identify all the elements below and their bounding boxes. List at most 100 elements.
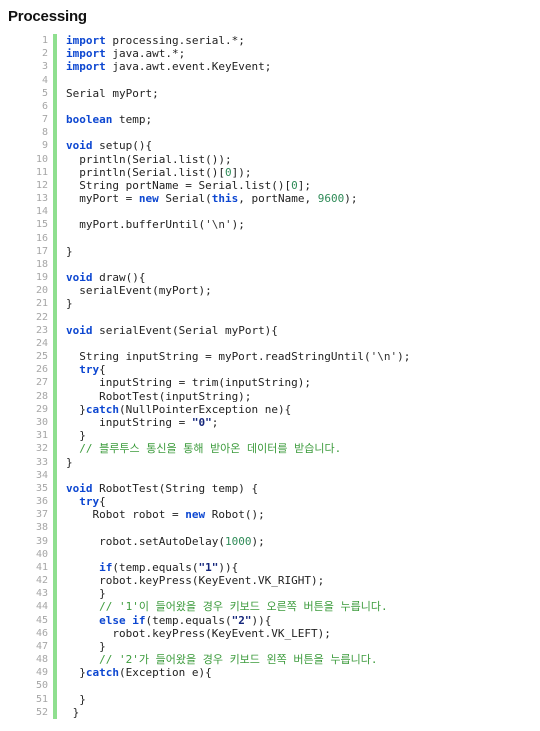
code-line: boolean temp; — [66, 113, 153, 127]
line-number: 36 — [35, 496, 48, 508]
code-line: inputString = trim(inputString); — [66, 376, 312, 390]
line-number: 6 — [41, 100, 48, 112]
line-number: 13 — [35, 193, 48, 205]
line-number: 45 — [35, 614, 48, 626]
code-block: 1 2 3 4 5 6 7 8 9 10 11 12 13 14 15 16 17 18 19 20 21 22 23 24 2… — [28, 34, 540, 719]
line-number: 19 — [35, 272, 48, 284]
code-line: println(Serial.list()); — [66, 152, 232, 166]
line-number: 51 — [35, 693, 48, 705]
code-line: }catch(Exception e){ — [66, 666, 212, 680]
line-number: 39 — [35, 535, 48, 547]
page-title: Processing — [8, 8, 87, 25]
line-number: 8 — [41, 127, 48, 139]
code-line: else if(temp.equals("2")){ — [99, 613, 272, 627]
line-number: 17 — [35, 245, 48, 257]
line-number: 21 — [35, 298, 48, 310]
line-number: 38 — [35, 522, 48, 534]
line-number: 35 — [35, 482, 48, 494]
code-line: import processing.serial.*; — [66, 34, 245, 47]
code-line: // '2'가 들어왔을 경우 키보드 왼쪽 버튼을 누릅니다. — [99, 653, 378, 667]
line-number: 42 — [35, 575, 48, 587]
line-number: 44 — [35, 601, 48, 613]
line-number: 47 — [35, 640, 48, 652]
line-number: 16 — [35, 232, 48, 244]
line-number: 43 — [35, 588, 48, 600]
line-number: 37 — [35, 509, 48, 521]
code-line: robot.setAutoDelay(1000); — [66, 534, 265, 548]
line-number: 26 — [35, 364, 48, 376]
code-line: } — [66, 639, 106, 653]
code-line: String inputString = myPort.readStringUn… — [66, 350, 411, 364]
code-line: myPort.bufferUntil('\n'); — [66, 218, 245, 232]
line-number: 1 — [41, 35, 48, 46]
code-line: } — [66, 244, 73, 258]
code-line: }catch(NullPointerException ne){ — [66, 402, 292, 416]
code-line: myPort = new Serial(this, portName, 9600… — [66, 192, 358, 206]
line-number: 29 — [35, 403, 48, 415]
code-line: } — [66, 429, 86, 443]
line-number: 28 — [35, 390, 48, 402]
line-number: 11 — [35, 166, 48, 178]
code-line: Robot robot = new Robot(); — [66, 508, 265, 522]
line-number: 18 — [35, 258, 48, 270]
code-line: try{ — [79, 495, 106, 509]
code-line: } — [66, 705, 80, 719]
line-number: 25 — [35, 351, 48, 363]
line-number: 7 — [41, 114, 48, 126]
code-line: void RobotTest(String temp) { — [66, 481, 259, 495]
code-line: } — [66, 692, 86, 706]
code-line: Serial myPort; — [66, 86, 159, 100]
line-number: 34 — [35, 469, 48, 481]
line-number-gutter: 1 2 3 4 5 6 7 8 9 10 11 12 13 14 15 16 17 18 19 20 21 22 23 24 2… — [28, 34, 48, 719]
line-number: 23 — [35, 324, 48, 336]
code-line: void draw(){ — [66, 271, 146, 285]
code-line: } — [66, 455, 73, 469]
code-line: RobotTest(inputString); — [66, 389, 252, 403]
line-number: 33 — [35, 456, 48, 468]
code-line: } — [66, 297, 73, 311]
line-number: 10 — [35, 153, 48, 165]
line-number: 40 — [35, 548, 48, 560]
line-number: 5 — [41, 87, 48, 99]
code-line: // '1'이 들어왔을 경우 키보드 오른쪽 버튼을 누릅니다. — [99, 600, 388, 614]
code-line: if(temp.equals("1")){ — [99, 560, 239, 574]
line-number: 30 — [35, 416, 48, 428]
line-number: 27 — [35, 377, 48, 389]
code-line: serialEvent(myPort); — [66, 284, 212, 298]
code-line: try{ — [79, 363, 106, 377]
code-line: void setup(){ — [66, 139, 153, 153]
line-number: 31 — [35, 430, 48, 442]
line-number: 48 — [35, 654, 48, 666]
line-number: 32 — [35, 443, 48, 455]
line-number: 50 — [35, 680, 48, 692]
code-content[interactable]: import processing.serial.*; import java.a… — [66, 34, 540, 719]
code-line: String portName = Serial.list()[0]; — [66, 178, 312, 192]
code-line: println(Serial.list()[0]); — [66, 165, 252, 179]
code-line: robot.keyPress(KeyEvent.VK_LEFT); — [66, 626, 331, 640]
line-number: 14 — [35, 206, 48, 218]
code-line: void serialEvent(Serial myPort){ — [66, 323, 278, 337]
line-number: 46 — [35, 627, 48, 639]
code-line: } — [66, 587, 106, 601]
line-number: 15 — [35, 219, 48, 231]
code-line: inputString = "0"; — [66, 415, 219, 429]
line-number: 41 — [35, 561, 48, 573]
line-number: 49 — [35, 667, 48, 679]
code-line: robot.keyPress(KeyEvent.VK_RIGHT); — [66, 574, 325, 588]
line-number: 9 — [41, 140, 48, 152]
line-number: 4 — [41, 74, 48, 86]
line-number: 20 — [35, 285, 48, 297]
line-number: 12 — [35, 179, 48, 191]
